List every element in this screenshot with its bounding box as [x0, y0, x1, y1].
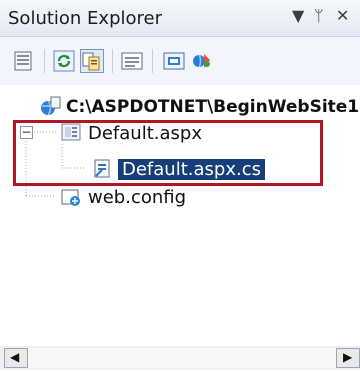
view-designer-button[interactable] [162, 49, 186, 73]
scroll-right-button[interactable]: ▶ [336, 348, 360, 368]
show-all-files-button[interactable] [80, 49, 104, 73]
properties-icon [14, 51, 32, 71]
asp-net-config-icon [193, 54, 210, 68]
tree-item-web-config[interactable]: web.config [0, 184, 360, 210]
panel-title: Solution Explorer [8, 8, 162, 29]
view-code-icon [121, 52, 143, 70]
horizontal-scrollbar[interactable]: ◀ ▶ [0, 346, 360, 370]
scroll-left-button[interactable]: ◀ [4, 348, 28, 368]
config-file-icon [61, 189, 80, 206]
panel-title-bar: Solution Explorer ▼ ᛘ ✕ [0, 0, 360, 37]
toolbar-separator [44, 49, 45, 73]
refresh-button[interactable] [52, 49, 76, 73]
left-arrow-icon: ◀ [10, 350, 20, 364]
highlight-callout-box [13, 120, 323, 186]
solution-explorer-panel: Solution Explorer ▼ ᛘ ✕ C:\ASPDOTNET\Beg… [0, 0, 360, 379]
tree-item-label: web.config [88, 187, 187, 208]
view-designer-icon [163, 52, 185, 70]
toolbar-separator [152, 49, 153, 73]
refresh-icon [53, 50, 75, 72]
asp-net-config-button[interactable] [190, 49, 214, 73]
right-arrow-icon: ▶ [343, 350, 353, 364]
show-all-files-icon [82, 52, 100, 71]
window-position-dropdown-icon[interactable]: ▼ [292, 7, 304, 25]
view-code-button[interactable] [120, 49, 144, 73]
auto-hide-pin-icon[interactable]: ᛘ [314, 7, 324, 25]
toolbar-separator [112, 49, 113, 73]
scroll-track[interactable] [28, 348, 336, 368]
close-icon[interactable]: ✕ [336, 7, 349, 25]
properties-button[interactable] [12, 49, 36, 73]
solution-explorer-toolbar [0, 37, 360, 85]
